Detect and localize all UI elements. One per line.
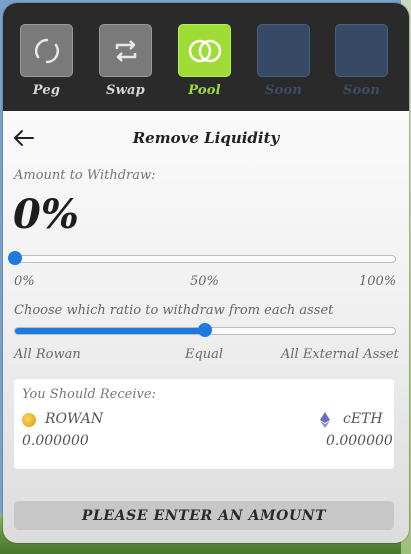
ratio-slider[interactable] [14, 323, 396, 337]
receive-summary-card: You Should Receive: ROWAN 0.000000 cETH … [14, 379, 394, 469]
rowan-coin-icon [22, 413, 36, 427]
peg-icon [34, 38, 59, 63]
ratio-slider-thumb[interactable] [198, 323, 212, 337]
nav-label-soon-1: Soon [265, 83, 302, 98]
remove-liquidity-form: Remove Liquidity Amount to Withdraw: 0% … [3, 111, 409, 543]
ratio-tick-left: All Rowan [14, 347, 81, 362]
withdraw-slider[interactable] [8, 251, 396, 265]
soon-tile-2 [335, 24, 388, 77]
ratio-slider-fill [15, 328, 205, 334]
peg-tile[interactable] [20, 24, 73, 77]
eth-icon [320, 412, 330, 428]
receive-asset-b-symbol: cETH [343, 411, 383, 427]
nav-label-peg: Peg [32, 83, 61, 98]
withdraw-label: Amount to Withdraw: [14, 168, 156, 183]
nav-item-swap[interactable]: Swap [98, 24, 153, 98]
receive-asset-b-amount: 0.000000 [326, 433, 393, 449]
pool-icon [188, 39, 221, 62]
nav-item-soon-2: Soon [334, 24, 389, 98]
ratio-label: Choose which ratio to withdraw from each… [14, 303, 334, 318]
receive-asset-a-amount: 0.000000 [22, 433, 89, 449]
top-nav: Peg Swap Pool Soon Soon [3, 3, 409, 111]
page-title: Remove Liquidity [132, 129, 280, 147]
swap-tile[interactable] [99, 24, 152, 77]
soon-tile-1 [257, 24, 310, 77]
nav-item-pool[interactable]: Pool [177, 24, 232, 98]
pool-tile[interactable] [178, 24, 231, 77]
ratio-tick-right: All External Asset [281, 347, 399, 362]
receive-asset-a-symbol: ROWAN [45, 411, 104, 427]
withdraw-tick-max: 100% [359, 274, 397, 289]
ratio-tick-mid: Equal [185, 347, 224, 362]
receive-title: You Should Receive: [22, 387, 156, 402]
nav-label-swap: Swap [106, 83, 145, 98]
submit-remove-liquidity-button[interactable]: PLEASE ENTER AN AMOUNT [14, 501, 394, 530]
withdraw-tick-mid: 50% [190, 274, 219, 289]
withdraw-slider-thumb[interactable] [8, 251, 22, 265]
swap-icon [115, 39, 136, 62]
nav-label-pool: Pool [188, 83, 221, 98]
nav-item-soon-1: Soon [256, 24, 311, 98]
withdraw-tick-min: 0% [14, 274, 35, 289]
withdraw-percent-display: 0% [13, 191, 79, 238]
nav-label-soon-2: Soon [343, 83, 380, 98]
nav-item-peg[interactable]: Peg [19, 24, 74, 98]
app-panel: Peg Swap Pool Soon Soon Remove Liquidity… [3, 3, 409, 543]
